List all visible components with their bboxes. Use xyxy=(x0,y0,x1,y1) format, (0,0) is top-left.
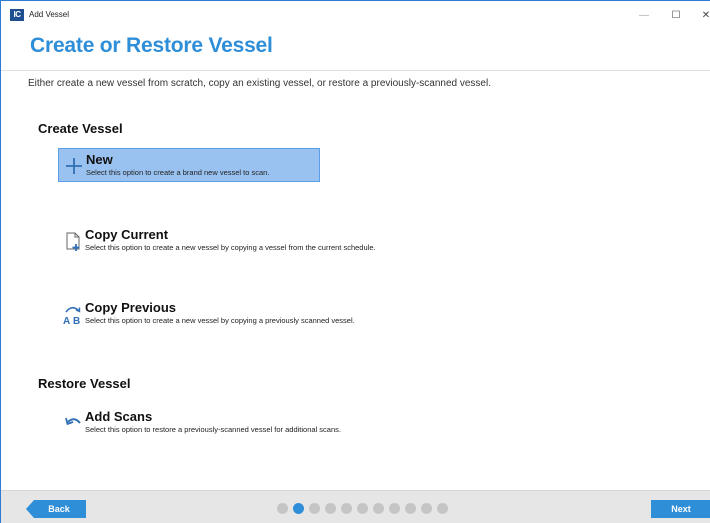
undo-arrow-icon xyxy=(62,412,84,434)
create-vessel-heading: Create Vessel xyxy=(38,121,123,136)
option-copy-current[interactable]: Copy Current Select this option to creat… xyxy=(58,224,376,258)
minimize-button[interactable]: — xyxy=(633,5,655,25)
option-add-scans-label: Add Scans xyxy=(85,409,153,424)
step-dot xyxy=(357,503,368,514)
plus-icon xyxy=(63,155,85,177)
step-dot xyxy=(405,503,416,514)
option-add-scans[interactable]: Add Scans Select this option to restore … xyxy=(58,406,341,440)
page-title: Create or Restore Vessel xyxy=(30,34,273,57)
option-copy-current-label: Copy Current xyxy=(85,227,169,242)
back-button[interactable]: Back xyxy=(26,500,86,518)
step-dot xyxy=(293,503,304,514)
step-dot xyxy=(389,503,400,514)
title-bar: IC Add Vessel — ☐ ✕ xyxy=(1,1,710,31)
page-subtitle: Either create a new vessel from scratch,… xyxy=(28,78,491,89)
option-new[interactable]: New Select this option to create a brand… xyxy=(58,148,320,182)
step-dot xyxy=(437,503,448,514)
step-dot xyxy=(325,503,336,514)
step-dot xyxy=(341,503,352,514)
svg-text:A: A xyxy=(63,316,70,325)
step-indicator xyxy=(277,503,448,514)
app-logo-icon: IC xyxy=(10,9,24,21)
option-copy-previous-label: Copy Previous xyxy=(85,300,177,315)
maximize-button[interactable]: ☐ xyxy=(665,5,687,25)
step-dot xyxy=(309,503,320,514)
close-button[interactable]: ✕ xyxy=(695,5,710,25)
restore-vessel-heading: Restore Vessel xyxy=(38,376,131,391)
option-copy-previous-description: Select this option to create a new vesse… xyxy=(85,316,355,325)
option-copy-previous[interactable]: A B Copy Previous Select this option to … xyxy=(58,297,355,331)
step-dot xyxy=(373,503,384,514)
document-plus-icon xyxy=(62,230,84,252)
wizard-footer: Back Next xyxy=(1,490,710,523)
next-button[interactable]: Next xyxy=(651,500,710,518)
option-copy-current-description: Select this option to create a new vesse… xyxy=(85,243,376,252)
add-vessel-window: IC Add Vessel — ☐ ✕ Create or Restore Ve… xyxy=(0,0,710,523)
option-new-description: Select this option to create a brand new… xyxy=(86,168,270,177)
step-dot xyxy=(277,503,288,514)
option-new-label: New xyxy=(86,152,113,167)
window-title: Add Vessel xyxy=(29,10,70,19)
step-dot xyxy=(421,503,432,514)
a-to-b-icon: A B xyxy=(62,303,84,325)
option-add-scans-description: Select this option to restore a previous… xyxy=(85,425,341,434)
svg-text:B: B xyxy=(73,316,80,325)
header-divider xyxy=(1,70,710,71)
